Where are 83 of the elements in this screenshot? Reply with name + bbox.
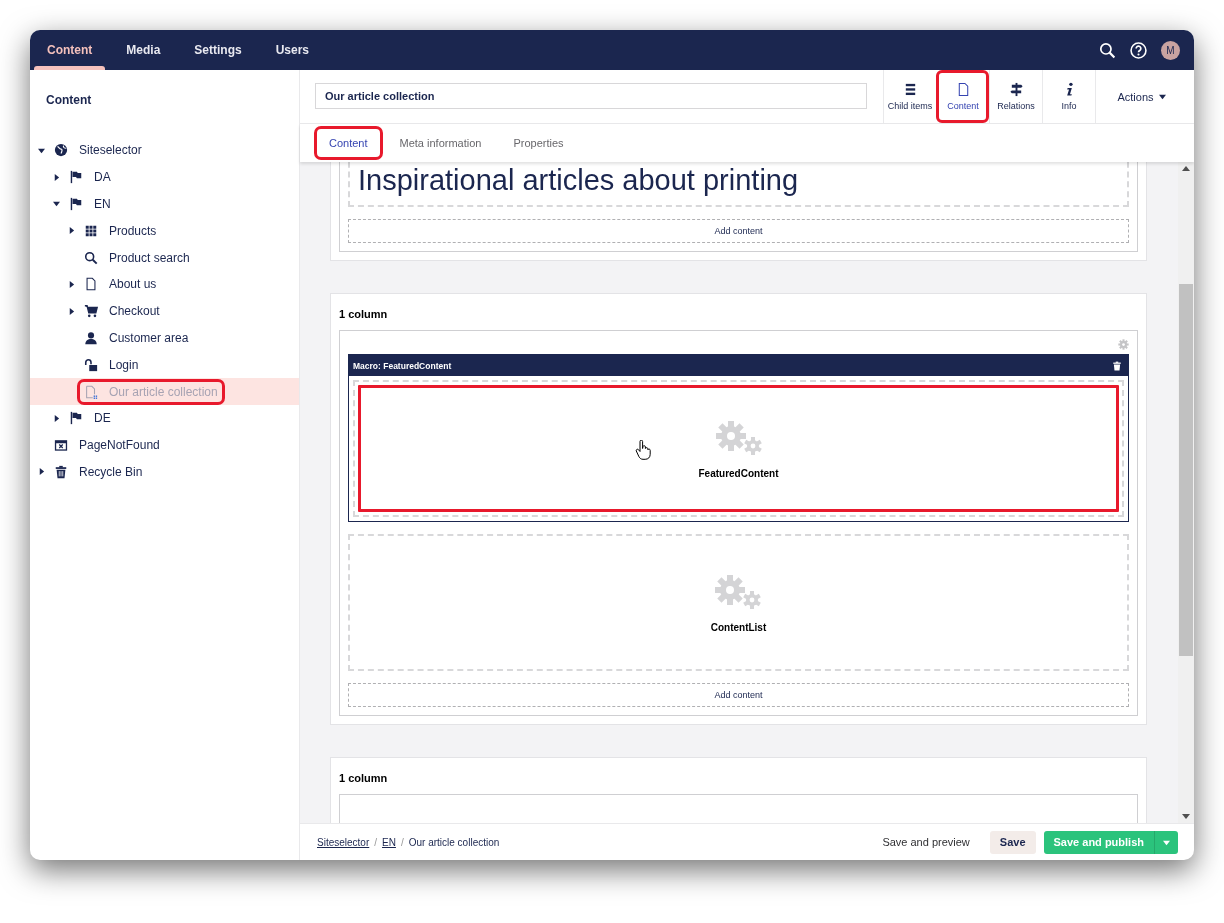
scrollbar[interactable] [1178,162,1194,823]
scroll-down-arrow-icon[interactable] [1182,812,1190,820]
tree-label: Checkout [109,304,160,319]
tree-row[interactable]: Customer area [30,324,299,352]
tree-row[interactable]: DA [30,163,299,191]
macro-name: ContentList [710,622,767,633]
search-icon[interactable] [1099,41,1116,59]
macro-preview[interactable]: FeaturedContent [353,380,1124,517]
tree-label: PageNotFound [79,438,160,453]
tree-label: Products [109,223,157,238]
publish-options-button[interactable] [1154,830,1178,854]
hand-cursor-icon [634,440,651,460]
name-field[interactable]: Our article collection [315,83,867,109]
scroll-up-arrow-icon[interactable] [1182,165,1190,173]
person-icon [84,330,98,345]
search-icon [84,250,98,265]
tree-label: DA [94,170,111,185]
breadcrumb-separator: / [374,836,378,848]
breadcrumb-link[interactable]: EN [382,836,396,848]
tree-label: DE [94,411,111,426]
caret-icon [67,227,75,235]
trash-icon[interactable] [1112,360,1122,371]
nav-section[interactable]: Settings [181,30,255,70]
tree-row[interactable]: Login [30,351,299,379]
help-icon[interactable] [1130,41,1147,59]
signpost-icon [1008,82,1024,97]
caret-icon [37,468,45,476]
nav-section[interactable]: Media [113,30,174,70]
unlock-icon [84,357,98,372]
globe-icon [54,143,68,158]
tree-label: Our article collection [109,384,218,399]
breadcrumb-separator: / [400,836,404,848]
section-label: 1 column [339,771,389,786]
tree-row[interactable]: PageNotFound [30,431,299,459]
breadcrumb-current: Our article collection [408,836,500,848]
user-avatar[interactable]: M [1161,40,1180,60]
tree-label: Siteselector [79,143,142,158]
flag-icon [69,411,83,426]
caret-icon [67,280,75,288]
macro-title: Macro: FeaturedContent [353,360,452,371]
calendar-x-icon [54,438,68,453]
tree-row[interactable]: Products [30,217,299,245]
app-button[interactable]: Content [936,70,989,123]
breadcrumb-link[interactable]: Siteselector [317,836,370,848]
caret-icon [37,146,45,154]
grid-icon [84,223,98,238]
tree-row[interactable]: About us [30,271,299,298]
flag-icon [69,197,83,211]
add-content-button[interactable]: Add content [348,683,1129,707]
add-content-button[interactable]: Add content [348,219,1129,243]
tree-row[interactable]: EN [30,190,299,218]
cart-icon [84,304,98,319]
tree-label: About us [109,277,157,292]
tree-row[interactable]: Product search [30,244,299,271]
document-icon [84,384,98,399]
trash-icon [54,464,68,479]
heading-block: Inspirational articles about printing [348,162,1129,207]
macro-preview[interactable]: ContentList [348,534,1129,671]
tree-row[interactable]: DE [30,404,299,432]
nav-section[interactable]: Content [34,30,106,70]
caret-icon [67,307,75,315]
caret-icon [1158,93,1166,100]
tree-label: Product search [109,250,190,265]
tree-row[interactable]: Siteselector [30,137,299,164]
sidebar-title: Content [45,92,93,109]
caret-icon [52,200,60,208]
tree-label: Recycle Bin [79,464,143,479]
macro-name: FeaturedContent [698,468,779,479]
tree-label: Login [109,357,139,372]
caret-icon [52,414,60,422]
tree-label: Customer area [109,330,189,345]
nav-section[interactable]: Users [262,30,323,70]
tree-row[interactable]: Recycle Bin [30,458,299,486]
tree-label: EN [94,197,111,211]
preview-button[interactable]: Save and preview [872,830,980,854]
caret-icon [52,173,60,181]
document-icon [84,277,98,292]
caret-icon [1163,838,1170,846]
save-button[interactable]: Save [989,830,1036,854]
flag-icon [69,170,83,185]
tree-row[interactable]: Checkout [30,297,299,325]
section-label: 1 column [339,307,389,322]
tab[interactable]: Content [317,129,380,157]
